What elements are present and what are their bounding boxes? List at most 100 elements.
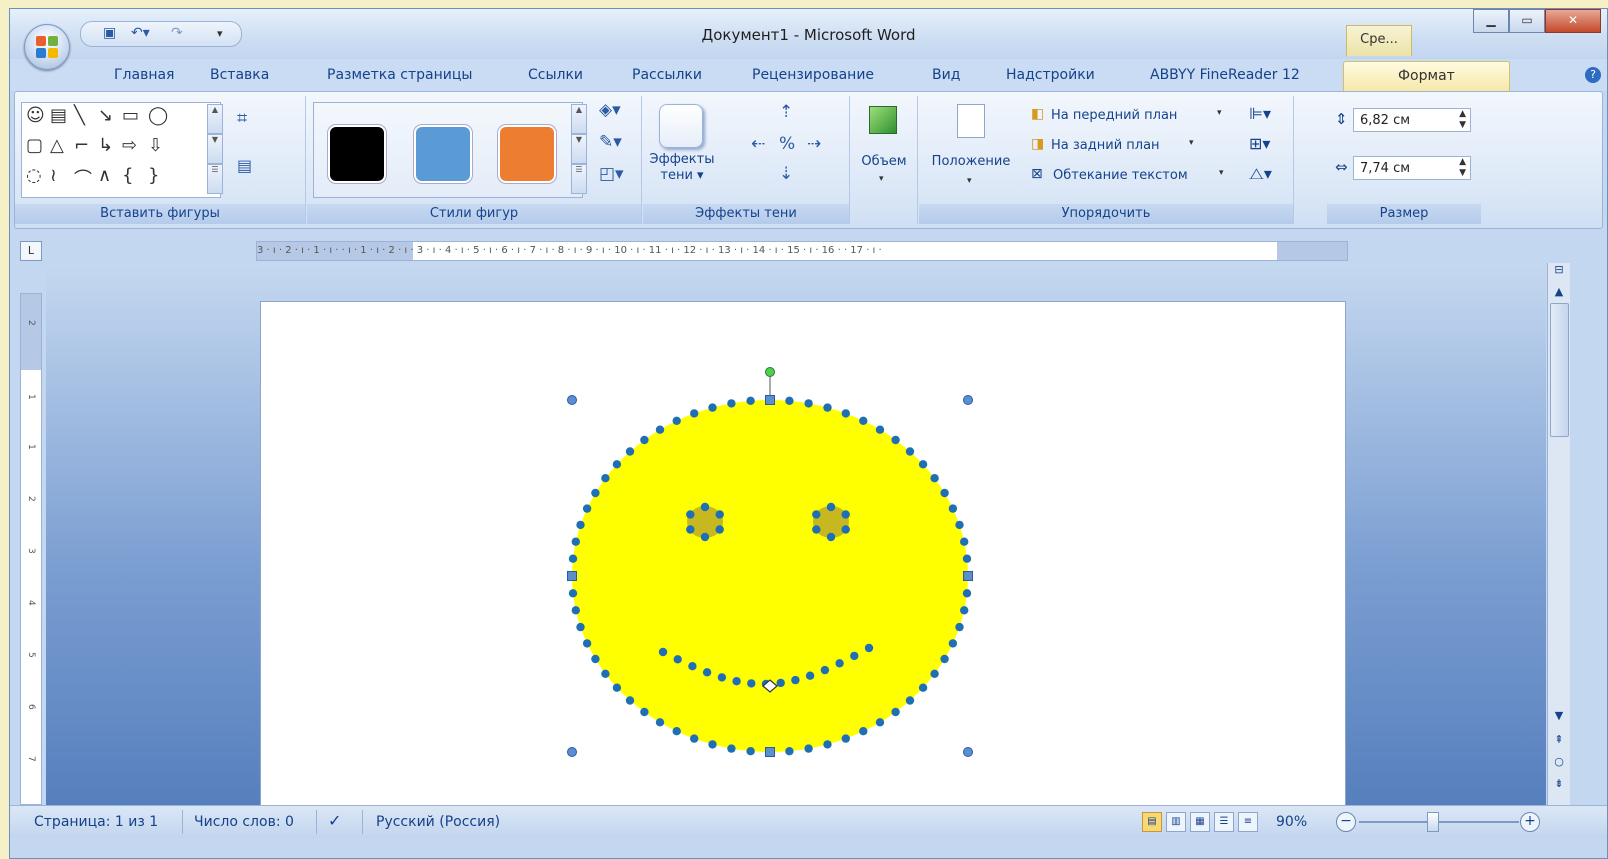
edit-point[interactable] — [576, 520, 585, 530]
edit-point[interactable] — [791, 675, 800, 685]
edit-point[interactable] — [891, 435, 900, 445]
more-shapes-icon[interactable]: ☰ — [207, 164, 223, 194]
scroll-up-arrow-icon[interactable]: ▲ — [1548, 285, 1570, 298]
oval-shape-icon[interactable]: ◯ — [148, 105, 168, 126]
volume-button[interactable]: Объем — [851, 154, 917, 170]
edit-point[interactable] — [859, 727, 868, 736]
style-blue-swatch[interactable] — [414, 125, 472, 183]
edit-point[interactable] — [582, 639, 592, 648]
edit-point[interactable] — [625, 696, 635, 705]
send-back-button[interactable]: На задний план — [1051, 138, 1160, 154]
shape-styles-gallery[interactable] — [313, 102, 583, 198]
tab-mailings[interactable]: Рассылки — [632, 67, 702, 83]
edit-point[interactable] — [930, 669, 939, 678]
edit-point[interactable] — [955, 520, 964, 530]
edit-point[interactable] — [785, 396, 794, 405]
rounded-rect-shape-icon[interactable]: ▢ — [26, 135, 43, 156]
edit-point[interactable] — [582, 504, 592, 513]
edit-point[interactable] — [700, 532, 710, 542]
zoom-level[interactable]: 90% — [1276, 814, 1307, 830]
edit-point[interactable] — [940, 654, 949, 664]
curve-shape-icon[interactable]: ∧ — [98, 165, 111, 186]
styles-scroll-up-icon[interactable]: ▲ — [571, 104, 587, 134]
fill-color-icon[interactable]: ◈▾ — [599, 100, 621, 120]
edit-point[interactable] — [700, 502, 710, 512]
split-view-icon[interactable]: ⊟ — [1548, 263, 1570, 276]
right-brace-shape-icon[interactable]: } — [148, 165, 159, 186]
edit-point[interactable] — [708, 740, 717, 749]
edit-point[interactable] — [875, 425, 885, 434]
edit-shape-icon[interactable]: ⌗ — [237, 108, 247, 129]
bring-front-button[interactable]: На передний план — [1051, 108, 1177, 124]
edit-point[interactable] — [785, 747, 794, 756]
group-objects-icon[interactable]: ⊞▾ — [1249, 134, 1270, 153]
shadow-effects-button[interactable]: Эффекты тени ▾ — [647, 152, 717, 184]
print-layout-icon[interactable]: ▤ — [1142, 812, 1162, 832]
tab-review[interactable]: Рецензирование — [752, 67, 874, 83]
edit-point[interactable] — [864, 643, 874, 653]
zoom-slider[interactable] — [1359, 821, 1519, 823]
shapes-gallery[interactable]: ☺ ▤ ╲ ↘ ▭ ◯ ▢ △ ⌐ ↳ ⇨ ⇩ ◌ ≀ ⌒ ∧ { } — [21, 102, 221, 198]
nudge-down-icon[interactable]: ⇣ — [779, 164, 793, 184]
edit-point[interactable] — [601, 669, 610, 678]
edit-point[interactable] — [930, 474, 939, 483]
elbow-connector-shape-icon[interactable]: ↳ — [98, 135, 113, 156]
edit-point[interactable] — [715, 525, 724, 534]
align-icon[interactable]: ⊫▾ — [1249, 104, 1271, 123]
edit-point[interactable] — [591, 488, 600, 498]
edit-point[interactable] — [823, 403, 832, 412]
tab-addins[interactable]: Надстройки — [1006, 67, 1095, 83]
scroll-down-arrow-icon[interactable]: ▼ — [1548, 709, 1570, 722]
edit-point[interactable] — [940, 488, 949, 498]
edit-point[interactable] — [625, 447, 635, 456]
scroll-thumb[interactable] — [1550, 303, 1569, 437]
tab-references[interactable]: Ссылки — [528, 67, 583, 83]
rotate-icon[interactable]: ⧍▾ — [1249, 164, 1272, 184]
edit-point[interactable] — [568, 589, 578, 598]
edit-point[interactable] — [962, 589, 972, 598]
edit-point[interactable] — [841, 510, 850, 519]
edit-point[interactable] — [672, 727, 681, 736]
zoom-in-icon[interactable]: + — [1520, 812, 1540, 832]
edit-point[interactable] — [905, 696, 915, 705]
edit-point[interactable] — [727, 744, 736, 753]
shadow-toggle-icon[interactable]: % — [779, 134, 795, 154]
edit-point[interactable] — [891, 707, 900, 717]
edit-point[interactable] — [591, 654, 600, 664]
edit-point[interactable] — [812, 525, 821, 534]
edit-point[interactable] — [655, 425, 665, 434]
rotation-handle[interactable] — [765, 367, 775, 377]
line-shape-icon[interactable]: ╲ — [74, 105, 85, 126]
edit-point[interactable] — [859, 416, 868, 425]
edit-point[interactable] — [746, 396, 755, 405]
resize-handle[interactable] — [963, 395, 973, 405]
edit-point[interactable] — [804, 399, 813, 408]
edit-point[interactable] — [905, 447, 915, 456]
width-input[interactable]: 7,74 см ▲ ▼ — [1353, 156, 1471, 180]
tab-selector-icon[interactable]: L — [20, 241, 42, 261]
edit-point[interactable] — [841, 734, 850, 743]
resize-handle[interactable] — [567, 571, 577, 581]
position-icon[interactable] — [957, 104, 985, 138]
styles-more-icon[interactable]: ☰ — [571, 164, 587, 194]
horizontal-ruler[interactable]: 3 · ı · 2 · ı · 1 · ı · · ı · 1 · ı · 2 … — [256, 241, 1348, 261]
style-black-swatch[interactable] — [328, 125, 386, 183]
edit-point[interactable] — [955, 622, 964, 632]
chevron-down-icon[interactable]: ▾ — [1217, 108, 1222, 118]
edit-point[interactable] — [686, 510, 695, 519]
edit-point[interactable] — [672, 416, 681, 425]
nudge-left-icon[interactable]: ⇠ — [751, 134, 765, 154]
smiley-shape-icon[interactable]: ☺ — [26, 105, 45, 126]
resize-handle[interactable] — [765, 395, 775, 405]
edit-point[interactable] — [962, 554, 972, 563]
edit-point[interactable] — [655, 718, 665, 727]
chevron-down-icon[interactable]: ▾ — [1189, 138, 1194, 148]
edit-point[interactable] — [746, 747, 755, 756]
office-button[interactable] — [24, 24, 70, 70]
resize-handle[interactable] — [765, 747, 775, 757]
edit-point[interactable] — [835, 659, 844, 668]
edit-point[interactable] — [747, 679, 756, 688]
edit-point[interactable] — [571, 537, 580, 546]
edit-point[interactable] — [715, 510, 724, 519]
close-icon[interactable]: ✕ — [1545, 9, 1601, 33]
